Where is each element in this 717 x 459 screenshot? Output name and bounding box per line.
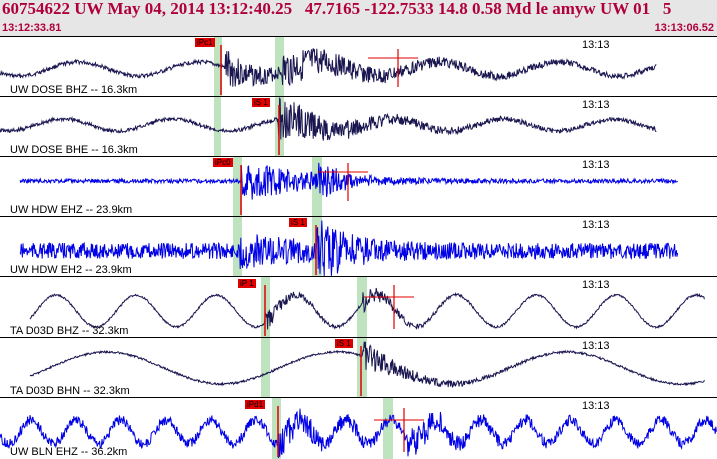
trace-panel-dose-bhe[interactable]: iS 1 13:13 UW DOSE BHE -- 16.3km	[0, 96, 717, 157]
time-mark: 13:13	[582, 279, 610, 291]
pick-label[interactable]: iP 1	[238, 279, 256, 288]
time-mark: 13:13	[582, 39, 610, 51]
analysis-window	[383, 398, 393, 459]
waveform-line	[0, 97, 657, 141]
analysis-window	[214, 97, 221, 157]
pick-label[interactable]: iPc0	[213, 158, 233, 167]
channel-label: UW BLN EHZ -- 36.2km	[10, 446, 128, 458]
time-mark: 13:13	[582, 219, 610, 231]
analysis-window	[261, 338, 270, 398]
pick-label[interactable]: iPc1	[195, 38, 215, 47]
pick-label[interactable]: iPd1	[245, 400, 266, 409]
trace-panel-dose-bhz[interactable]: iPc1 13:13 UW DOSE BHZ -- 16.3km	[0, 36, 717, 97]
channel-label: TA D03D BHZ -- 32.3km	[10, 325, 129, 337]
event-title: 60754622 UW May 04, 2014 13:12:40.25 47.…	[2, 0, 672, 18]
trace-panel-d03d-bhn[interactable]: iS 1 13:13 TA D03D BHN -- 32.3km	[0, 337, 717, 398]
time-mark: 13:13	[582, 340, 610, 352]
channel-label: UW DOSE BHZ -- 16.3km	[10, 84, 138, 96]
trace-panel-d03d-bhz[interactable]: iP 1 13:13 TA D03D BHZ -- 32.3km	[0, 276, 717, 338]
time-mark: 13:13	[582, 400, 610, 412]
waveform-line	[19, 162, 678, 200]
seismogram-panels[interactable]: iPc1 13:13 UW DOSE BHZ -- 16.3km iS 1 13…	[0, 36, 717, 459]
pick-label[interactable]: iS 1	[289, 218, 307, 227]
trace-panel-bln-ehz[interactable]: iPd1 13:13 UW BLN EHZ -- 36.2km	[0, 397, 717, 459]
channel-label: UW HDW EH2 -- 23.9km	[10, 264, 132, 276]
pick-label[interactable]: iS 1	[252, 98, 270, 107]
channel-label: UW HDW EHZ -- 23.9km	[10, 204, 133, 216]
waveform-line	[0, 48, 657, 87]
time-mark: 13:13	[582, 159, 610, 171]
event-header: 60754622 UW May 04, 2014 13:12:40.25 47.…	[0, 0, 717, 36]
channel-label: UW DOSE BHE -- 16.3km	[10, 144, 138, 156]
window-end-time: 13:13:06.52	[654, 22, 714, 34]
pick-label[interactable]: iS 1	[335, 339, 353, 348]
channel-label: TA D03D BHN -- 32.3km	[10, 385, 130, 397]
trace-panel-hdw-eh2[interactable]: iS 1 13:13 UW HDW EH2 -- 23.9km	[0, 216, 717, 277]
time-mark: 13:13	[582, 99, 610, 111]
window-start-time: 13:12:33.81	[2, 22, 62, 34]
trace-panel-hdw-ehz[interactable]: iPc0 13:13 UW HDW EHZ -- 23.9km	[0, 156, 717, 217]
waveform-line	[29, 287, 705, 331]
